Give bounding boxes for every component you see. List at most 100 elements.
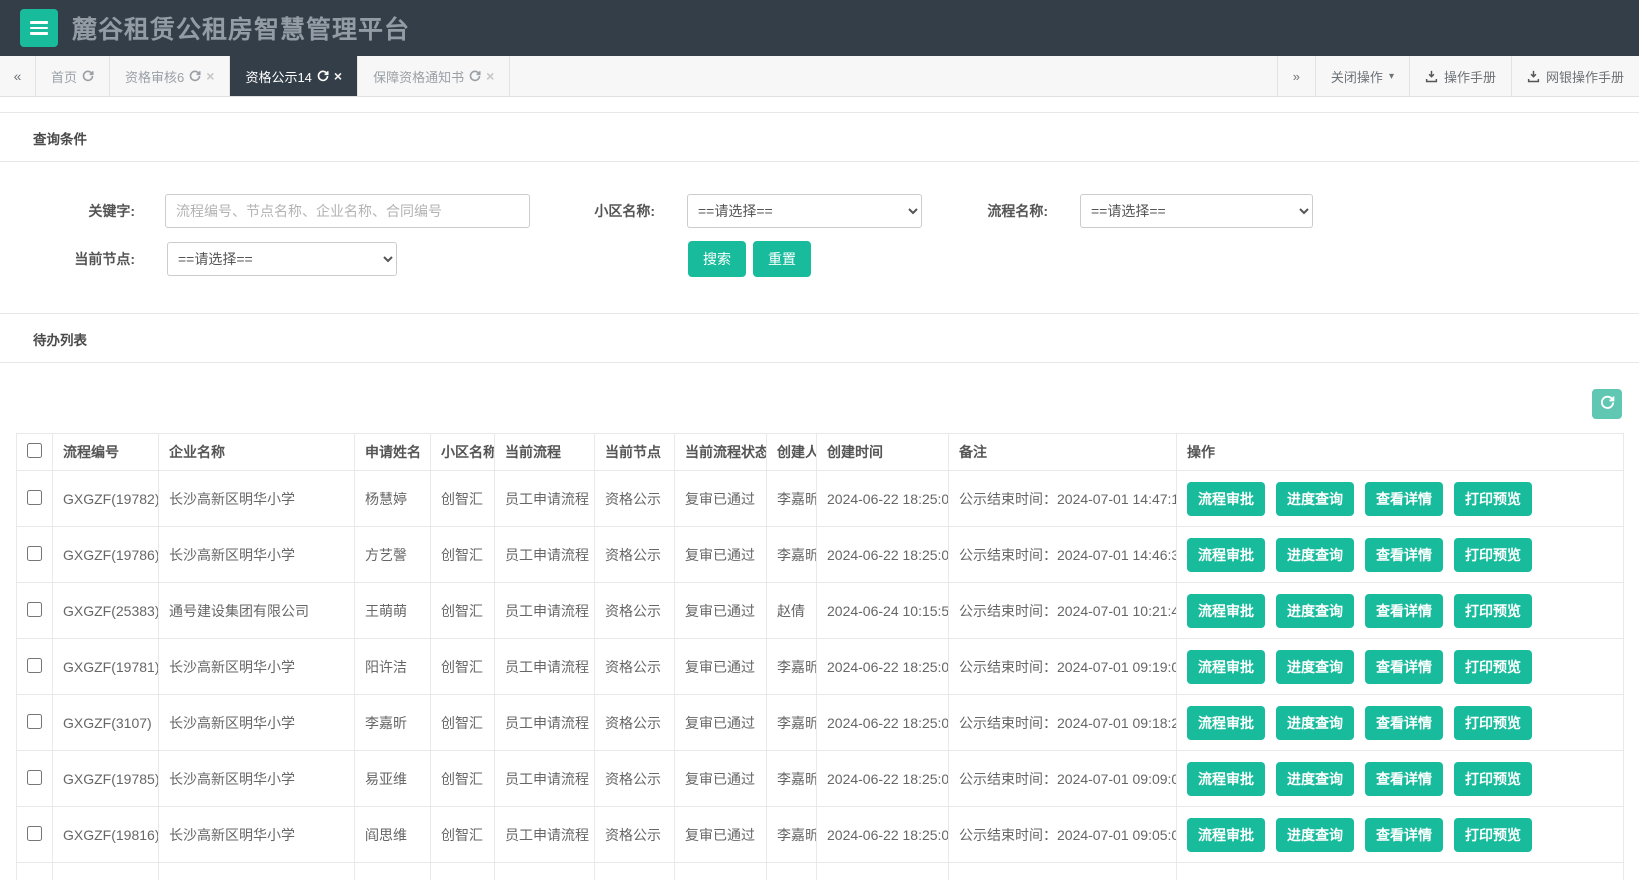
view-detail-button[interactable]: 查看详情 (1365, 593, 1443, 628)
cell-created-time: 2024-06-22 18:25:07 (816, 638, 949, 695)
flow-approve-button[interactable]: 流程审批 (1187, 593, 1265, 628)
cell-process-id: GXGZF(19782) (52, 470, 159, 527)
cell-process: 员工申请流程 (494, 638, 595, 695)
tab-label: 资格公示14 (245, 69, 312, 85)
print-preview-button[interactable]: 打印预览 (1454, 649, 1532, 684)
flow-approve-button[interactable]: 流程审批 (1187, 761, 1265, 796)
ebank-manual-button[interactable]: 网银操作手册 (1510, 56, 1639, 96)
row-checkbox[interactable] (27, 657, 42, 673)
search-button[interactable]: 搜索 (688, 241, 746, 277)
current-node-select[interactable]: ==请选择== (167, 242, 397, 276)
view-detail-button[interactable]: 查看详情 (1365, 481, 1443, 516)
tab-refresh-icon[interactable] (82, 70, 94, 82)
cell-process: 员工申请流程 (494, 806, 595, 863)
progress-query-button[interactable]: 进度查询 (1276, 649, 1354, 684)
todo-list-title: 待办列表 (0, 314, 1639, 363)
column-header: 备注 (948, 433, 1177, 471)
query-form: 关键字: 小区名称: ==请选择== 流程名称: ==请选择== 当前节点: =… (0, 162, 1639, 313)
flow-approve-button[interactable]: 流程审批 (1187, 537, 1265, 572)
progress-query-button[interactable]: 进度查询 (1276, 761, 1354, 796)
cell-process-id: GXGZF(19785) (52, 750, 159, 807)
cell-process-id: GXGZF(3107) (52, 694, 159, 751)
tab-refresh-icon[interactable] (189, 70, 201, 82)
cell-remark: 公示结束时间：2024-07-01 14:46:33 (948, 526, 1177, 583)
table-row: GXGZF(19816) 长沙高新区明华小学 阎思维 创智汇 员工申请流程 资格公示 复审已… (16, 806, 1624, 863)
cell-company: 通号建设集团有限公司 (158, 582, 355, 639)
cell-company: 长沙高新区明华小学 (158, 750, 355, 807)
reset-button[interactable]: 重置 (753, 241, 811, 277)
print-preview-button[interactable]: 打印预览 (1454, 761, 1532, 796)
progress-query-button[interactable]: 进度查询 (1276, 817, 1354, 852)
scroll-tabs-left-button[interactable]: « (0, 56, 36, 96)
print-preview-button[interactable]: 打印预览 (1454, 593, 1532, 628)
tab-label: 首页 (51, 69, 78, 85)
cell-applicant: 方艺謦 (354, 526, 431, 583)
row-checkbox[interactable] (27, 769, 42, 785)
table-row: GXGZF(3107) 长沙高新区明华小学 李嘉昕 创智汇 员工申请流程 资格公示 复审已通… (16, 694, 1624, 751)
view-detail-button[interactable]: 查看详情 (1365, 817, 1443, 852)
column-header: 当前流程状态 (674, 433, 767, 471)
view-detail-button[interactable]: 查看详情 (1365, 761, 1443, 796)
refresh-list-button[interactable] (1592, 389, 1622, 419)
print-preview-button[interactable]: 打印预览 (1454, 817, 1532, 852)
tab-qualification-review[interactable]: 资格审核6 × (110, 56, 231, 96)
progress-query-button[interactable]: 进度查询 (1276, 481, 1354, 516)
progress-query-button[interactable]: 进度查询 (1276, 537, 1354, 572)
flow-approve-button[interactable]: 流程审批 (1187, 705, 1265, 740)
operation-manual-button[interactable]: 操作手册 (1408, 56, 1511, 96)
print-preview-button[interactable]: 打印预览 (1454, 537, 1532, 572)
cell-process-id: GXGZF(19816) (52, 806, 159, 863)
tab-close-icon[interactable]: × (206, 69, 214, 83)
scroll-tabs-right-button[interactable]: » (1276, 56, 1315, 96)
cell-status: 复审已通过 (674, 470, 767, 527)
flow-approve-button[interactable]: 流程审批 (1187, 481, 1265, 516)
tab-refresh-icon[interactable] (469, 70, 481, 82)
menu-button[interactable] (20, 9, 58, 47)
row-checkbox[interactable] (27, 825, 42, 841)
close-operations-dropdown[interactable]: 关闭操作 ▾ (1314, 56, 1409, 96)
view-detail-button[interactable]: 查看详情 (1365, 705, 1443, 740)
cell-created-time: 2024-06-22 18:25:07 (816, 694, 949, 751)
ebank-manual-label: 网银操作手册 (1545, 69, 1624, 85)
cell-process: 员工申请流程 (494, 694, 595, 751)
cell-node: 资格公示 (594, 470, 675, 527)
process-name-select[interactable]: ==请选择== (1080, 194, 1313, 228)
tab-refresh-icon[interactable] (317, 70, 329, 82)
tab-label: 资格审核6 (125, 69, 185, 85)
tab-qualification-publicity[interactable]: 资格公示14 × (230, 56, 359, 96)
cell-created-time: 2024-06-22 18:25:07 (816, 750, 949, 807)
row-checkbox[interactable] (27, 545, 42, 561)
cell-creator: 李嘉昕 (766, 526, 817, 583)
column-header: 当前节点 (594, 433, 675, 471)
query-section-title: 查询条件 (0, 113, 1639, 162)
tab-close-icon[interactable]: × (486, 69, 494, 83)
view-detail-button[interactable]: 查看详情 (1365, 537, 1443, 572)
tab-close-icon[interactable]: × (334, 69, 342, 83)
flow-approve-button[interactable]: 流程审批 (1187, 817, 1265, 852)
cell-actions: 流程审批 进度查询 查看详情 打印预览 (1176, 582, 1624, 639)
tab-home[interactable]: 首页 (36, 56, 111, 96)
operation-manual-label: 操作手册 (1443, 69, 1496, 85)
table-row: GXGZF(19782) 长沙高新区明华小学 杨慧婷 创智汇 员工申请流程 资格公示 复审已… (16, 470, 1624, 527)
print-preview-button[interactable]: 打印预览 (1454, 705, 1532, 740)
tab-guarantee-notice[interactable]: 保障资格通知书 × (358, 56, 511, 96)
row-checkbox[interactable] (27, 713, 42, 729)
select-all-checkbox[interactable] (27, 443, 42, 458)
progress-query-button[interactable]: 进度查询 (1276, 705, 1354, 740)
cell-community: 创智汇 (430, 470, 495, 527)
community-select[interactable]: ==请选择== (687, 194, 922, 228)
keyword-input[interactable] (165, 194, 530, 228)
cell-creator: 李嘉昕 (766, 750, 817, 807)
row-checkbox[interactable] (27, 489, 42, 505)
cell-process-id: GXGZF(19781) (52, 638, 159, 695)
progress-query-button[interactable]: 进度查询 (1276, 593, 1354, 628)
print-preview-button[interactable]: 打印预览 (1454, 481, 1532, 516)
chevrons-left-icon: « (13, 68, 22, 84)
row-checkbox[interactable] (27, 601, 42, 617)
cell-status: 复审已通过 (674, 806, 767, 863)
view-detail-button[interactable]: 查看详情 (1365, 649, 1443, 684)
cell-node: 资格公示 (594, 694, 675, 751)
table-row: GXGZF(19781) 长沙高新区明华小学 阳许洁 创智汇 员工申请流程 资格公示 复审已… (16, 638, 1624, 695)
flow-approve-button[interactable]: 流程审批 (1187, 649, 1265, 684)
app-title: 麓谷租赁公租房智慧管理平台 (72, 16, 411, 44)
